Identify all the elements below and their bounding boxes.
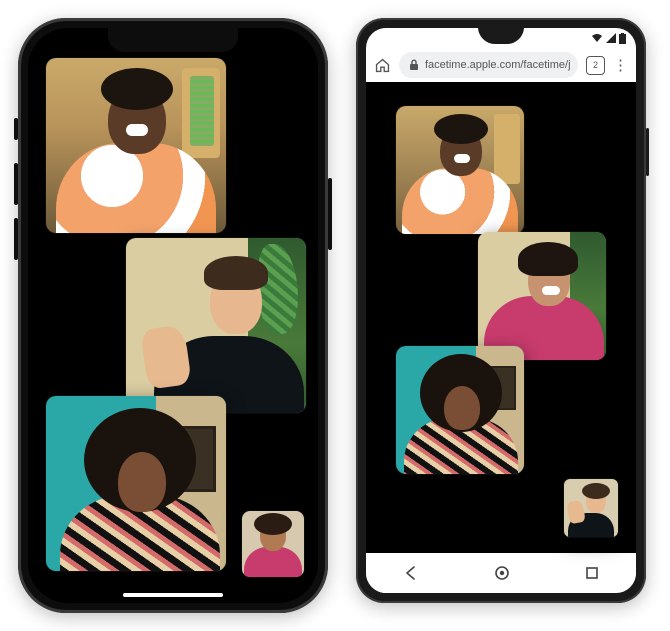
android-screen: facetime.apple.com/facetime/j 2 ⋮ xyxy=(366,28,636,593)
power-button[interactable] xyxy=(646,128,649,176)
home-indicator[interactable] xyxy=(123,593,223,597)
url-text: facetime.apple.com/facetime/j xyxy=(425,59,571,71)
video-tile-participant-3[interactable] xyxy=(396,346,524,474)
navigation-bar xyxy=(366,553,636,593)
self-view-tile[interactable] xyxy=(242,511,304,577)
back-button[interactable] xyxy=(403,565,419,581)
android-device-frame: facetime.apple.com/facetime/j 2 ⋮ xyxy=(356,18,646,603)
home-button[interactable] xyxy=(493,564,511,582)
lock-icon xyxy=(409,59,419,71)
address-bar[interactable]: facetime.apple.com/facetime/j xyxy=(399,52,578,78)
video-tile-participant-1[interactable] xyxy=(46,58,226,233)
recents-button[interactable] xyxy=(585,566,599,580)
video-tile-participant-1[interactable] xyxy=(396,106,524,234)
facetime-web-stage xyxy=(366,82,636,553)
iphone-device-frame xyxy=(18,18,328,613)
video-tile-participant-2[interactable] xyxy=(126,238,306,413)
facetime-call-stage xyxy=(28,28,318,603)
wifi-icon xyxy=(591,33,603,43)
mute-switch[interactable] xyxy=(14,118,18,140)
signal-icon xyxy=(606,33,616,43)
more-menu-icon[interactable]: ⋮ xyxy=(613,58,628,73)
volume-down-button[interactable] xyxy=(14,218,18,260)
iphone-screen xyxy=(28,28,318,603)
tab-switcher[interactable]: 2 xyxy=(586,56,605,75)
volume-up-button[interactable] xyxy=(14,163,18,205)
side-button[interactable] xyxy=(328,178,332,250)
battery-icon xyxy=(619,33,626,44)
tab-count-value: 2 xyxy=(593,60,598,70)
notch xyxy=(108,28,238,52)
home-icon[interactable] xyxy=(374,57,391,74)
video-tile-participant-3[interactable] xyxy=(46,396,226,571)
browser-toolbar: facetime.apple.com/facetime/j 2 ⋮ xyxy=(366,48,636,82)
self-view-tile[interactable] xyxy=(564,479,618,537)
video-tile-participant-2[interactable] xyxy=(478,232,606,360)
